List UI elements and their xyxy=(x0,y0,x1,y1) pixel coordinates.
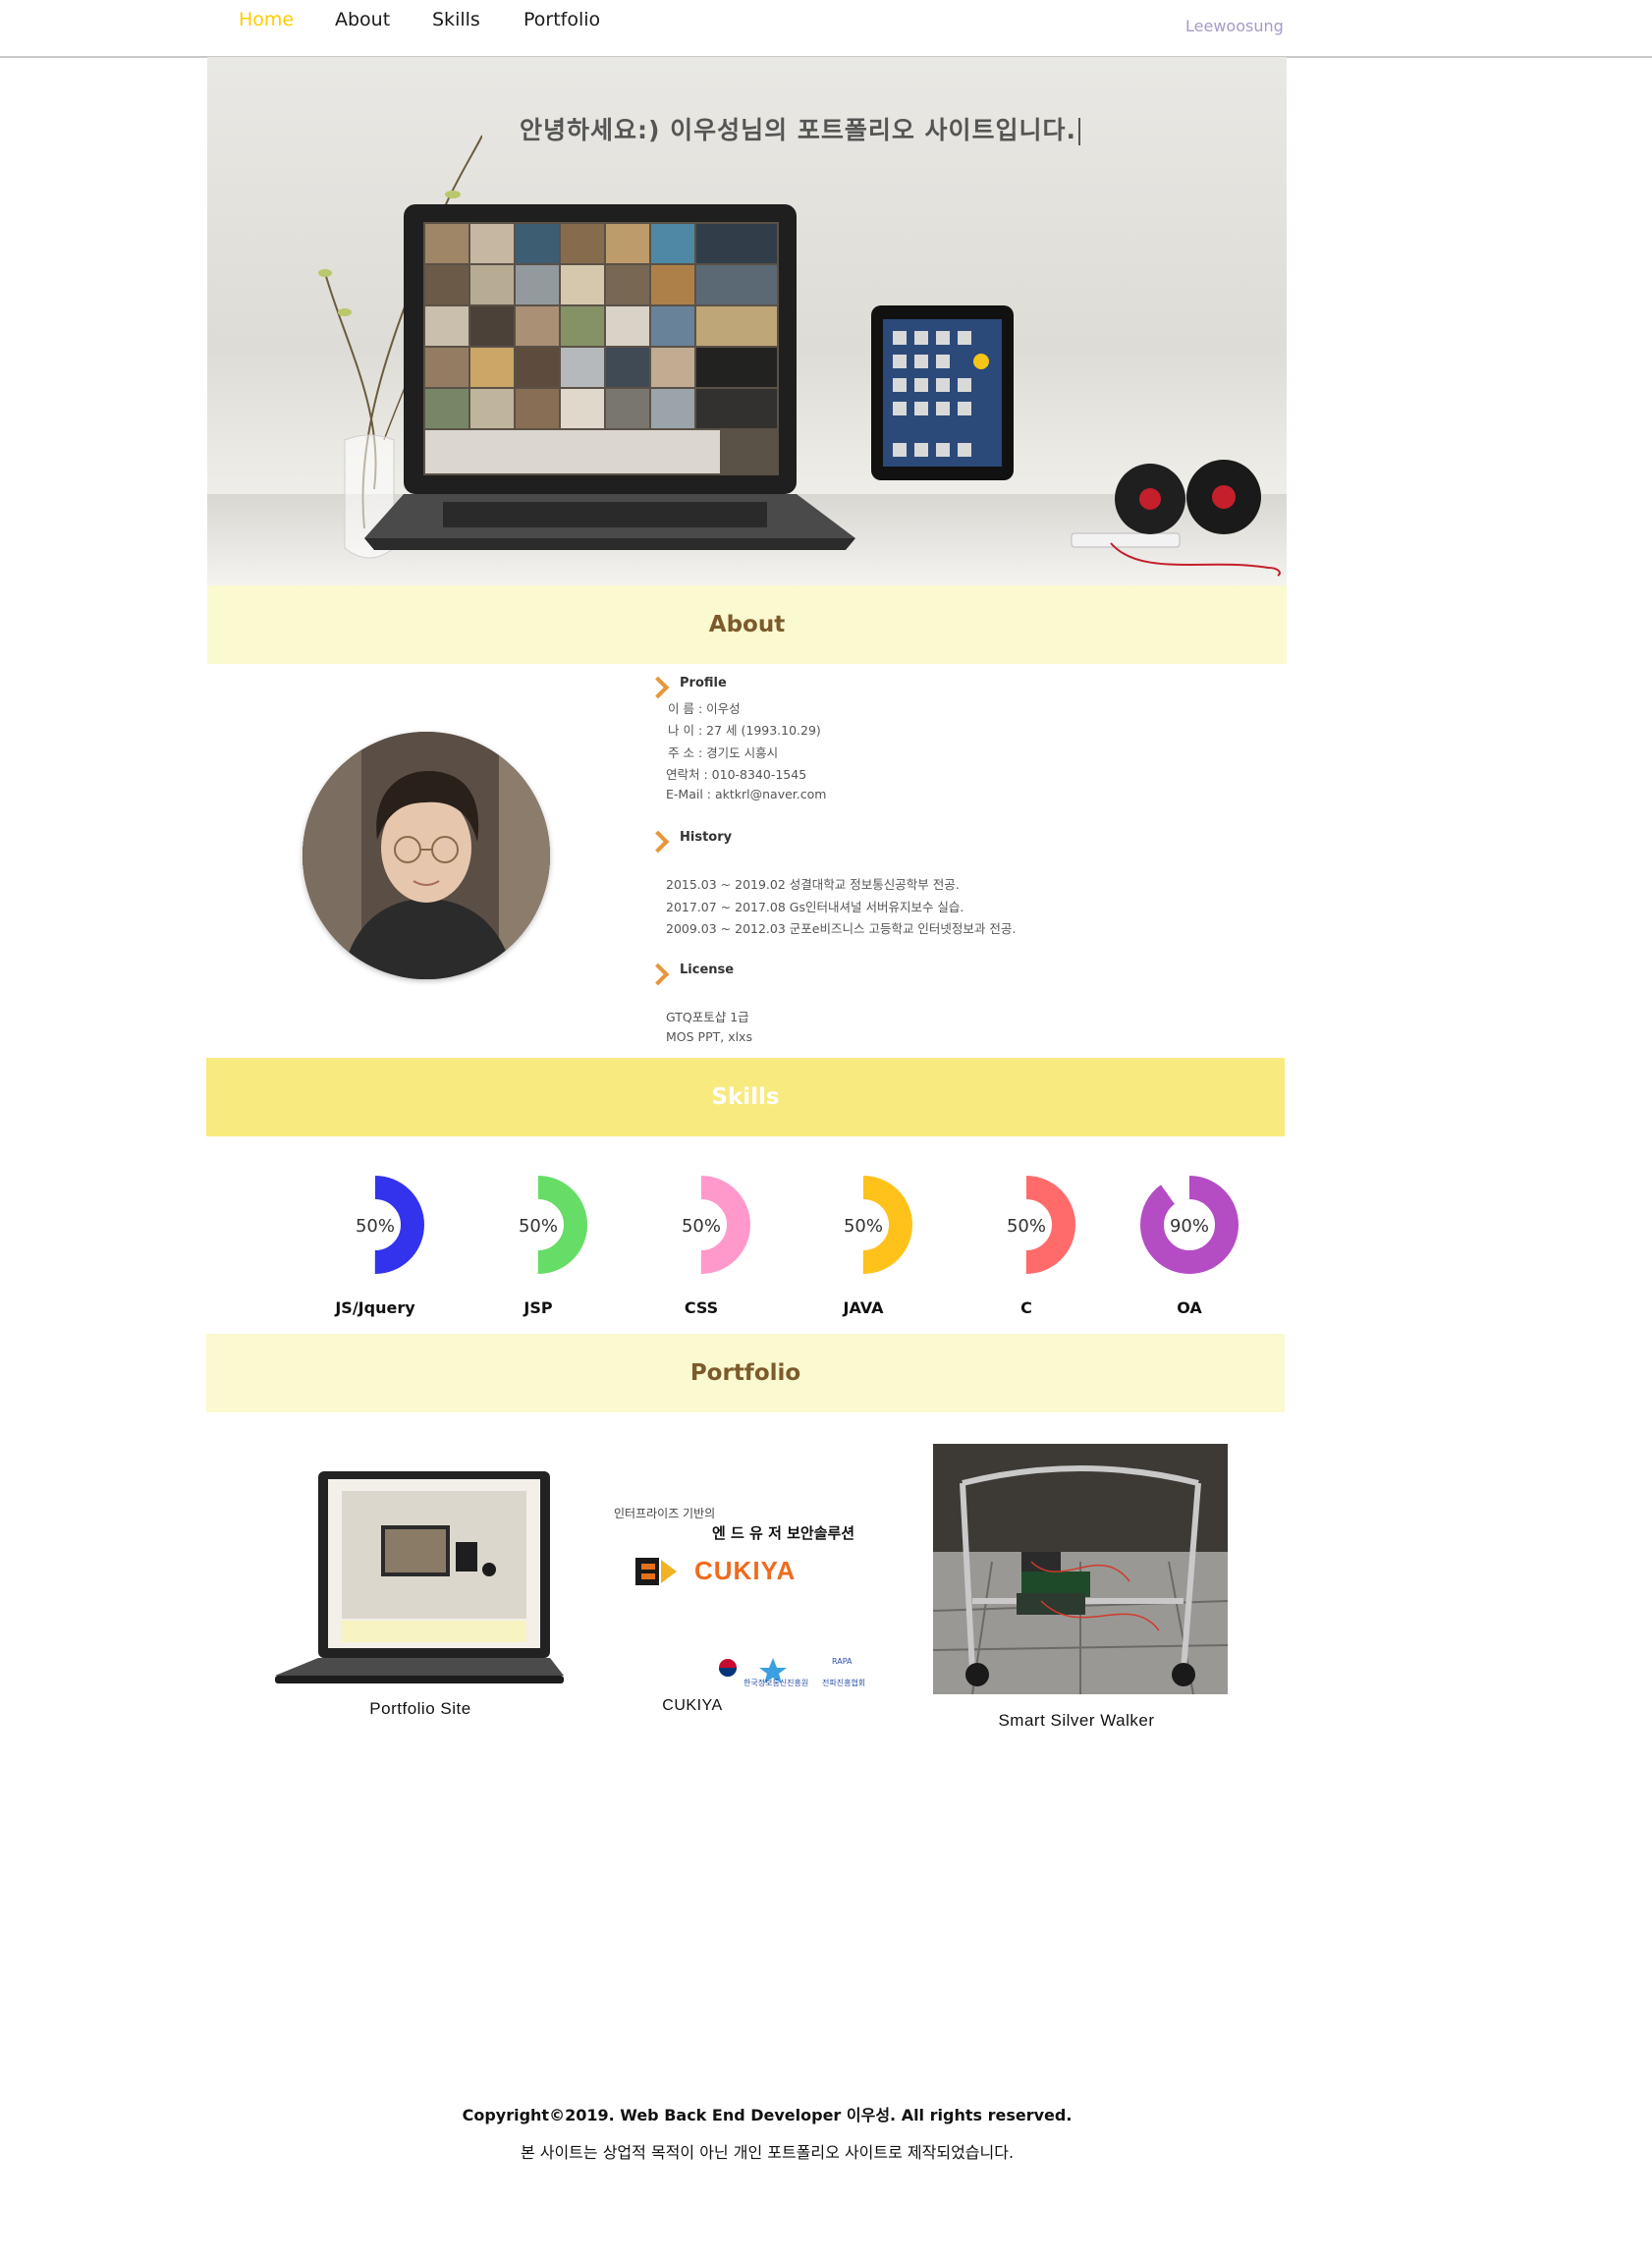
cukiya-tagline: 인터프라이즈 기반의 xyxy=(614,1507,716,1520)
skill-gauge: 90% xyxy=(1135,1171,1243,1279)
skill-percent: 90% xyxy=(1169,1216,1209,1237)
skill-name: C xyxy=(1020,1298,1032,1317)
skill-name: JSP xyxy=(523,1298,553,1317)
nav-portfolio[interactable]: Portfolio xyxy=(523,9,600,30)
portfolio-title: Smart Silver Walker xyxy=(998,1711,1155,1730)
svg-text:전파진흥협회: 전파진흥협회 xyxy=(822,1678,865,1687)
skills-heading-text: Skills xyxy=(711,1084,780,1110)
svg-text:RAPA: RAPA xyxy=(832,1657,853,1666)
nav-skills[interactable]: Skills xyxy=(432,9,480,30)
portfolio-heading: Portfolio xyxy=(206,1334,1285,1412)
skill-gauge: 50% xyxy=(809,1171,917,1279)
skill-gauge: 50% xyxy=(321,1171,429,1279)
tablet-icon xyxy=(871,305,1014,480)
license-item: GTQ포토샵 1급 xyxy=(666,1010,749,1024)
skill-percent: 50% xyxy=(518,1216,558,1237)
skill-percent: 50% xyxy=(681,1216,721,1237)
headphones-icon xyxy=(1071,460,1281,577)
profile-title: Profile xyxy=(680,676,727,690)
brand-name: Leewoosung xyxy=(1185,17,1284,35)
top-nav: Home About Skills Portfolio Leewoosung xyxy=(0,0,1652,58)
license-item: MOS PPT, xlxs xyxy=(666,1029,752,1044)
avatar xyxy=(303,732,550,979)
laptop-thumbnail-icon xyxy=(275,1471,564,1683)
skill-gauge: 50% xyxy=(972,1171,1080,1279)
portfolio-heading-text: Portfolio xyxy=(689,1360,801,1386)
skill-gauge: 50% xyxy=(647,1171,755,1279)
skill-name: OA xyxy=(1177,1298,1202,1317)
footer-copyright: Copyright©2019. Web Back End Developer 이… xyxy=(462,2106,1073,2124)
about-heading: About xyxy=(207,585,1287,664)
history-item: 2015.03 ~ 2019.02 성결대학교 정보통신공학부 전공. xyxy=(666,877,960,892)
walker-photo-icon xyxy=(932,1444,1229,1695)
portfolio-card-walker[interactable]: Smart Silver Walker xyxy=(932,1444,1229,1730)
portfolio-title: Portfolio Site xyxy=(369,1699,471,1718)
laptop-icon xyxy=(364,204,855,550)
profile-name: 이 름 : 이우성 xyxy=(668,701,741,716)
hero-banner: 안녕하세요:) 이우성님의 포트폴리오 사이트입니다. xyxy=(207,57,1287,585)
skill-name: CSS xyxy=(684,1298,719,1317)
chevron-right-icon xyxy=(646,676,670,699)
history-title: History xyxy=(680,830,733,845)
profile-email: E-Mail : aktkrl@naver.com xyxy=(666,787,827,801)
about-heading-text: About xyxy=(708,612,786,637)
license-title: License xyxy=(680,963,735,977)
nav-about[interactable]: About xyxy=(335,9,390,30)
footer-note: 본 사이트는 상업적 목적이 아닌 개인 포트폴리오 사이트로 제작되었습니다. xyxy=(520,2143,1015,2162)
sponsor-logos-icon: 한국정보통신진흥원 RAPA 전파진흥협회 xyxy=(719,1657,865,1687)
hero-title: 안녕하세요:) 이우성님의 포트폴리오 사이트입니다. xyxy=(520,111,1081,146)
skill-percent: 50% xyxy=(843,1216,883,1237)
profile-photo-icon xyxy=(303,732,550,979)
skill-percent: 50% xyxy=(1006,1216,1046,1237)
profile-address: 주 소 : 경기도 시흥시 xyxy=(668,745,779,760)
skills-heading: Skills xyxy=(206,1058,1285,1136)
portfolio-card-site[interactable]: Portfolio Site xyxy=(273,1471,566,1718)
history-item: 2009.03 ~ 2012.03 군포e비즈니스 고등학교 인터넷정보과 전공… xyxy=(666,921,1017,936)
cukiya-logo-icon xyxy=(635,1558,677,1585)
nav-home[interactable]: Home xyxy=(239,9,294,30)
skill-gauge: 50% xyxy=(484,1171,592,1279)
skill-percent: 50% xyxy=(355,1216,395,1237)
profile-age: 나 이 : 27 세 (1993.10.29) xyxy=(668,723,821,738)
skill-name: JAVA xyxy=(843,1298,884,1317)
chevron-right-icon xyxy=(646,963,670,986)
history-item: 2017.07 ~ 2017.08 Gs인터내셔널 서버유지보수 실습. xyxy=(666,900,964,914)
cukiya-brand: CUKIYA xyxy=(694,1556,797,1585)
cukiya-subtitle: 엔 드 유 저 보안솔루션 xyxy=(712,1524,855,1542)
svg-text:한국정보통신진흥원: 한국정보통신진흥원 xyxy=(743,1678,808,1687)
portfolio-title: CUKIYA xyxy=(662,1697,723,1714)
profile-phone: 연락처 : 010-8340-1545 xyxy=(666,767,807,782)
skill-name: JS/Jquery xyxy=(335,1298,415,1317)
chevron-right-icon xyxy=(646,830,670,854)
text-cursor xyxy=(1078,118,1081,145)
